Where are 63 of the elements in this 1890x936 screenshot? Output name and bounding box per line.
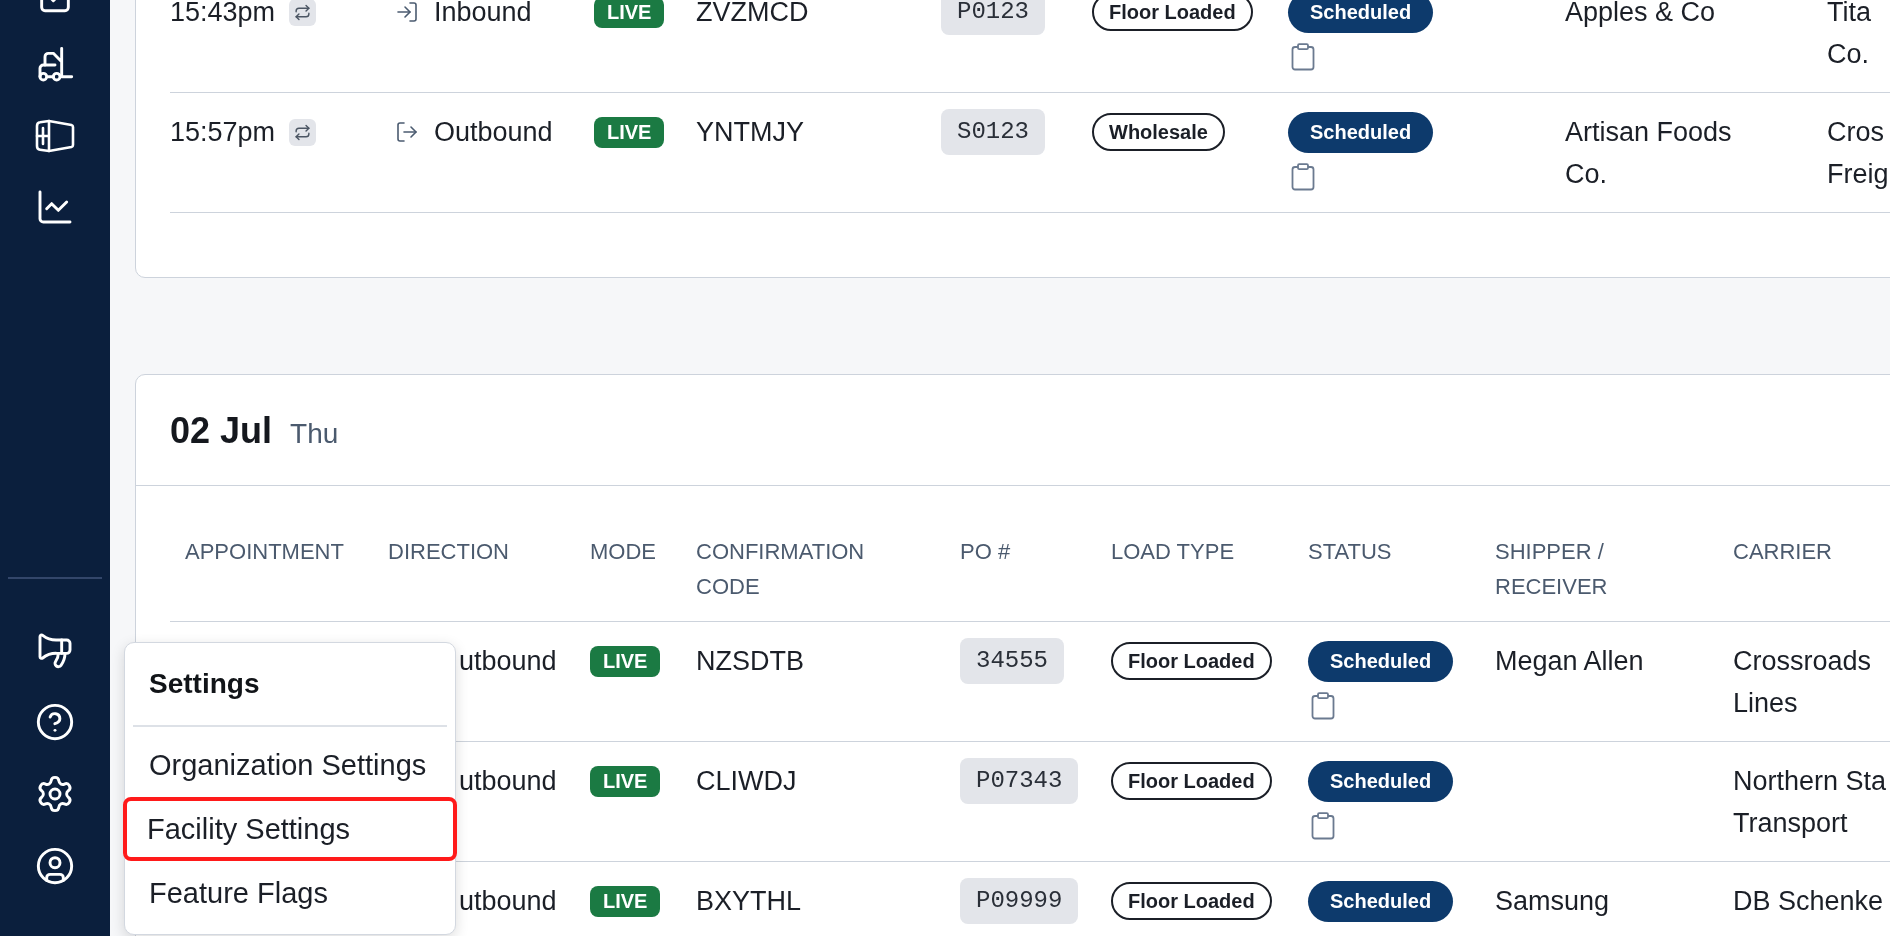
mode-badge: LIVE (594, 116, 665, 148)
shipper-name: Samsung (1495, 885, 1610, 918)
mode-badge: LIVE (590, 645, 661, 677)
appointment-time: 15:43pm (170, 0, 276, 29)
clipboard-icon[interactable] (1291, 163, 1315, 191)
confirmation-code: ZVZMCD (696, 0, 809, 27)
carrier-name: DB Schenke (1733, 885, 1884, 918)
mode-badge: LIVE (590, 765, 661, 797)
load-type-tag: Floor Loaded (1111, 642, 1272, 680)
clipboard-icon[interactable] (1311, 812, 1335, 840)
clipboard-icon[interactable] (1311, 692, 1335, 720)
status-pill: Scheduled (1308, 760, 1454, 802)
appointment-time: 15:57pm (170, 116, 276, 149)
shipper-name: Megan Allen (1495, 645, 1644, 678)
po-number-tag: P0123 (941, 0, 1045, 35)
confirmation-code: CLIWDJ (696, 766, 797, 796)
status-pill: Scheduled (1288, 111, 1434, 153)
user-icon[interactable] (35, 846, 75, 886)
direction-text: utbound (459, 645, 557, 678)
carrier-name: Tita Co. (1827, 0, 1872, 71)
date-title: 02 Jul (170, 409, 273, 453)
direction-text: Outbound (434, 116, 553, 149)
po-number-tag: P09999 (960, 878, 1079, 924)
load-type-tag: Floor Loaded (1092, 0, 1253, 31)
clipboard-icon[interactable] (1291, 43, 1315, 71)
direction-text: utbound (459, 765, 557, 798)
column-header: APPOINTMENT (185, 538, 344, 566)
column-header: CONFIRMATION CODE (696, 538, 866, 601)
direction-text: utbound (459, 885, 557, 918)
column-header: LOAD TYPE (1111, 538, 1235, 566)
load-type-tag: Floor Loaded (1111, 882, 1272, 920)
column-header: MODE (590, 538, 656, 566)
po-number-tag: P07343 (960, 758, 1079, 804)
column-header: STATUS (1308, 538, 1392, 566)
status-pill: Scheduled (1308, 640, 1454, 682)
shipper-name: Artisan Foods Co. (1565, 116, 1733, 191)
carrier-name: Cros Freig (1827, 116, 1889, 191)
column-header: PO # (960, 538, 1011, 566)
po-number-tag: 34555 (960, 638, 1064, 684)
load-type-tag: Floor Loaded (1111, 762, 1272, 800)
direction-text: Inbound (434, 0, 532, 29)
confirmation-code: YNTMJY (696, 117, 804, 147)
load-type-tag: Wholesale (1092, 113, 1225, 151)
menu-item[interactable]: Facility Settings (123, 797, 457, 861)
menu-item[interactable]: Organization Settings (125, 733, 455, 797)
column-header: SHIPPER / RECEIVER (1495, 538, 1609, 601)
help-icon[interactable] (35, 702, 75, 742)
column-header: DIRECTION (388, 538, 509, 566)
status-pill: Scheduled (1288, 0, 1434, 33)
shipper-name: Apples & Co (1565, 0, 1716, 29)
box-icon[interactable] (35, 118, 75, 153)
menu-item[interactable]: Feature Flags (125, 861, 455, 925)
mode-badge: LIVE (590, 885, 661, 917)
confirmation-code: BXYTHL (696, 886, 802, 916)
status-pill: Scheduled (1308, 880, 1454, 922)
carrier-name: Northern Sta Transport (1733, 765, 1888, 840)
confirmation-code: NZSDTB (696, 646, 804, 676)
po-number-tag: S0123 (941, 109, 1045, 155)
menu-title: Settings (149, 667, 260, 701)
mode-badge: LIVE (594, 0, 665, 28)
carrier-name: Crossroads Lines (1733, 645, 1873, 720)
weekday-label: Thu (290, 417, 339, 451)
column-header: CARRIER (1733, 538, 1832, 566)
